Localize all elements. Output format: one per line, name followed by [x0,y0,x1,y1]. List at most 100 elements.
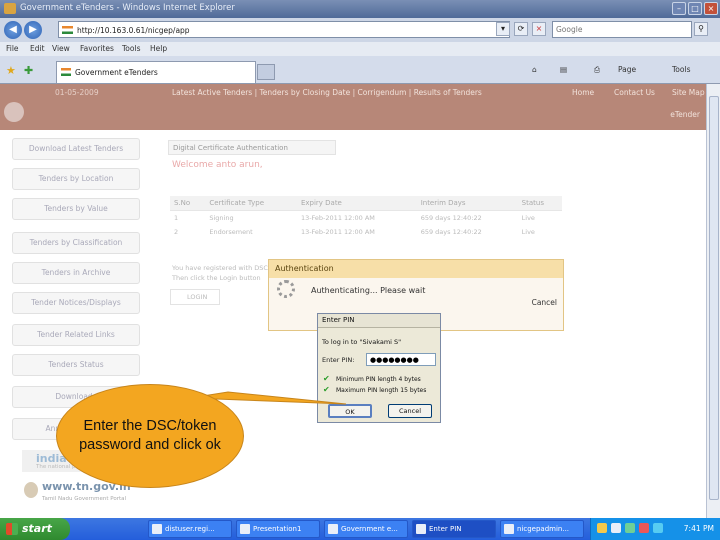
address-row: ◀ ▶ http://10.163.0.61/nicgep/app ▾ ⟳ × … [0,18,720,42]
left-tenders-by-location[interactable]: Tenders by Location [12,168,140,190]
taskbar-item[interactable]: Government e... [324,520,408,538]
menu-tools[interactable]: Tools [122,44,140,53]
back-button[interactable]: ◀ [4,21,22,39]
left-tenders-status[interactable]: Tenders Status [12,354,140,376]
cell: 1 [174,214,179,222]
taskbar-item-label: nicgepadmin... [517,525,570,533]
start-label: start [22,522,52,535]
forward-button[interactable]: ▶ [24,21,42,39]
menu-edit[interactable]: Edit [30,44,45,53]
table-row: 1 Signing 13-Feb-2011 12:00 AM 659 days … [170,211,562,226]
search-icon[interactable]: ⚲ [694,22,708,36]
tab-label: Government eTenders [75,68,158,77]
site-banner: 01-05-2009 Latest Active Tenders | Tende… [0,84,706,130]
welcome-text: Welcome anto arun, [172,160,263,170]
menu-view[interactable]: View [52,44,70,53]
home-icon[interactable]: ⌂ [532,65,537,74]
pin-min-requirement: Minimum PIN length 4 bytes [336,376,421,383]
new-tab-button[interactable] [257,64,275,80]
cell: 659 days 12:40:22 [420,214,482,222]
taskbar: start distuser.regi... Presentation1 Gov… [0,518,720,540]
dsc-section-title: Digital Certificate Authentication [168,140,336,155]
taskbar-item-active[interactable]: Enter PIN [412,520,496,538]
scrollbar-thumb[interactable] [709,96,719,500]
refresh-button[interactable]: ⟳ [514,22,528,36]
check-icon: ✔ [323,385,330,394]
favorites-star-icon[interactable]: ★ [6,64,16,77]
clock: 7:41 PM [683,524,714,533]
pin-login-target: To log in to "Sivakami S" [322,338,402,346]
auth-cancel-link[interactable]: Cancel [532,298,557,307]
tray-icon[interactable] [611,523,621,533]
col-expiry: Expiry Date [296,196,417,211]
pin-cancel-button[interactable]: Cancel [388,404,432,418]
window-icon [416,524,426,534]
add-favorites-icon[interactable]: ✚ [24,64,33,77]
search-box[interactable] [552,21,692,38]
table-header-row: S.No Certificate Type Expiry Date Interi… [170,196,562,211]
check-icon: ✔ [323,374,330,383]
home-link[interactable]: Home [572,88,594,97]
tn-emblem-icon [24,482,38,498]
address-bar[interactable]: http://10.163.0.61/nicgep/app [58,21,510,38]
taskbar-item-label: Government e... [341,525,398,533]
pin-dialog-title: Enter PIN [318,314,440,328]
address-dropdown-button[interactable]: ▾ [496,22,510,36]
left-tenders-by-classification[interactable]: Tenders by Classification [12,232,140,254]
minimize-button[interactable]: – [672,2,686,15]
maximize-button[interactable]: □ [688,2,702,15]
cell: 13-Feb-2011 12:00 AM [300,214,375,222]
auth-message: Authenticating... Please wait [311,286,426,295]
stop-button[interactable]: × [532,22,546,36]
contact-link[interactable]: Contact Us [614,88,655,97]
tab-government-etenders[interactable]: Government eTenders [56,61,256,83]
instruction-callout: Enter the DSC/token password and click o… [56,384,244,488]
vertical-scrollbar[interactable] [706,84,720,518]
sitemap-link[interactable]: Site Map [672,88,705,97]
col-interim: Interim Days [416,196,518,211]
site-favicon [62,26,73,34]
tray-icon[interactable] [639,523,649,533]
close-window-button[interactable]: × [704,2,718,15]
taskbar-item[interactable]: distuser.regi... [148,520,232,538]
pin-ok-button[interactable]: OK [328,404,372,418]
cell: Signing [209,214,234,222]
left-tender-notices[interactable]: Tender Notices/Displays [12,292,140,314]
taskbar-item-label: distuser.regi... [165,525,215,533]
certificate-table: S.No Certificate Type Expiry Date Interi… [170,196,562,239]
cell: 2 [174,228,179,236]
tray-icon[interactable] [653,523,663,533]
tools-menu[interactable]: Tools [672,65,690,74]
callout-text: Enter the DSC/token password and click o… [79,418,221,453]
feeds-icon[interactable]: ▤ [560,65,567,74]
cell: 659 days 12:40:22 [420,228,482,236]
banner-date: 01-05-2009 [55,88,99,97]
login-button[interactable]: LOGIN [170,289,220,305]
left-download-latest-tenders[interactable]: Download Latest Tenders [12,138,140,160]
enter-pin-dialog: Enter PIN To log in to "Sivakami S" Ente… [317,313,441,423]
start-button[interactable]: start [0,518,70,540]
menu-file[interactable]: File [6,44,19,53]
taskbar-item[interactable]: nicgepadmin... [500,520,584,538]
taskbar-item-label: Enter PIN [429,525,462,533]
col-cert-type: Certificate Type [205,196,297,211]
etender-link[interactable]: eTender [670,110,700,119]
menu-favorites[interactable]: Favorites [80,44,114,53]
search-input[interactable] [553,22,673,37]
cell: Live [521,228,535,236]
left-tenders-by-value[interactable]: Tenders by Value [12,198,140,220]
print-icon[interactable]: ⎙ [594,65,600,75]
tray-icon[interactable] [625,523,635,533]
menu-help[interactable]: Help [150,44,167,53]
taskbar-item[interactable]: Presentation1 [236,520,320,538]
pin-input[interactable] [366,353,436,366]
tab-favicon [61,68,71,76]
page-menu[interactable]: Page [618,65,636,74]
banner-nav-links[interactable]: Latest Active Tenders | Tenders by Closi… [172,88,482,97]
window-icon [328,524,338,534]
menu-bar: File Edit View Favorites Tools Help [0,42,720,56]
tray-icon[interactable] [597,523,607,533]
left-tender-related-links[interactable]: Tender Related Links [12,324,140,346]
address-url[interactable]: http://10.163.0.61/nicgep/app [77,26,190,35]
left-tenders-in-archive[interactable]: Tenders in Archive [12,262,140,284]
